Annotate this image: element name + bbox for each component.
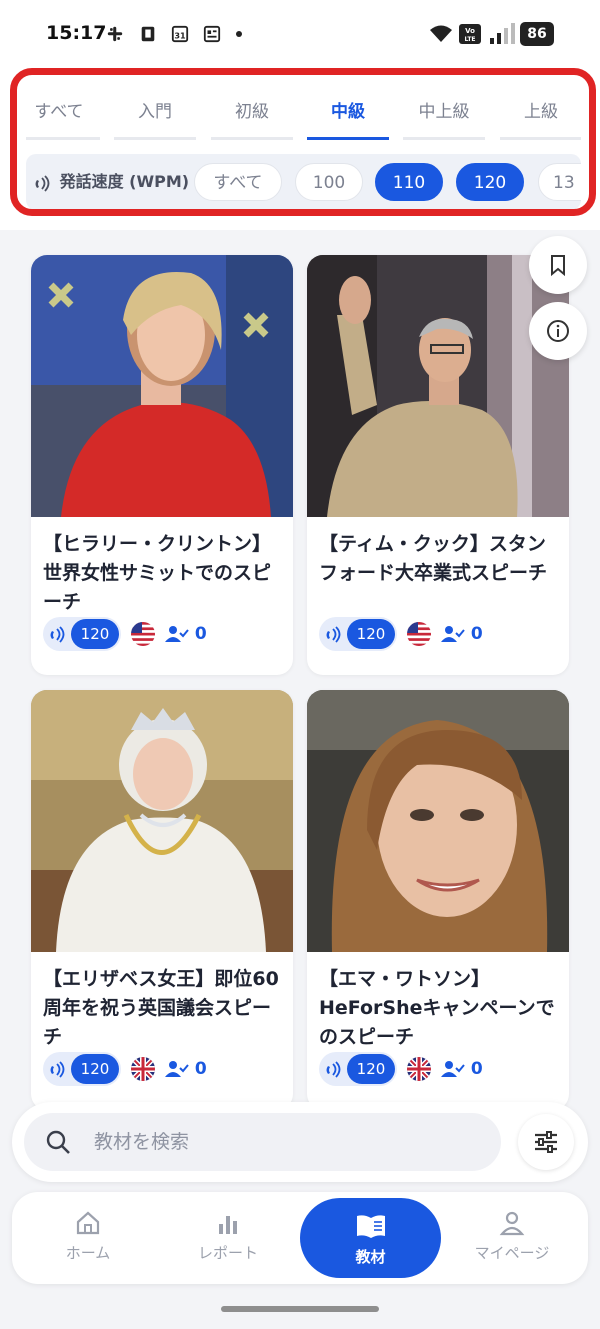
svg-text:LTE: LTE <box>464 36 475 43</box>
speech-speed-icon <box>326 626 341 643</box>
nav-item-home[interactable]: ホーム <box>32 1192 144 1284</box>
info-button[interactable] <box>529 302 587 360</box>
info-icon <box>547 320 569 342</box>
search-input[interactable] <box>24 1113 501 1171</box>
sliders-icon <box>535 1131 557 1153</box>
notification-dot-icon <box>236 31 242 37</box>
speech-speed-icon <box>50 626 65 643</box>
battery-indicator: 86 <box>520 22 554 46</box>
home-icon <box>76 1211 100 1235</box>
us-flag-icon <box>407 622 431 646</box>
lesson-title: 【エリザベス女王】即位60周年を祝う英国議会スピーチ <box>43 968 279 1048</box>
learners-icon <box>165 626 189 642</box>
uk-flag-icon <box>407 1057 431 1081</box>
learner-count: 0 <box>441 1056 483 1082</box>
lesson-title: 【ヒラリー・クリントン】世界女性サミットでのスピーチ <box>43 533 272 613</box>
search-bar <box>12 1102 588 1182</box>
lesson-card-cook[interactable]: 【ティム・クック】スタンフォード大卒業式スピーチ 120 0 <box>307 255 569 675</box>
chart-icon <box>219 1216 237 1234</box>
speech-speed-icon <box>50 1061 65 1078</box>
speed-badge: 120 <box>319 1052 397 1086</box>
us-flag-icon <box>131 622 155 646</box>
wpm-value: 120 <box>71 619 119 649</box>
svg-text:31: 31 <box>174 31 186 41</box>
learner-count: 0 <box>441 621 483 647</box>
lesson-thumbnail <box>307 690 569 952</box>
lesson-title: 【ティム・クック】スタンフォード大卒業式スピーチ <box>319 533 548 584</box>
search-icon <box>46 1130 70 1154</box>
nav-item-materials[interactable]: 教材 <box>300 1198 441 1278</box>
news-icon <box>203 25 221 43</box>
home-indicator[interactable] <box>221 1306 379 1312</box>
learners-icon <box>441 1061 465 1077</box>
bookmark-button[interactable] <box>529 236 587 294</box>
highlight-annotation-box <box>10 68 596 216</box>
filter-settings-button[interactable] <box>518 1114 574 1170</box>
bottom-navigation: ホーム レポート 教材 マイページ <box>12 1192 588 1284</box>
lesson-thumbnail <box>31 690 293 952</box>
status-time: 15:17 <box>46 22 107 44</box>
lesson-meta: 120 0 <box>319 1052 559 1086</box>
speed-badge: 120 <box>43 1052 121 1086</box>
nav-label: マイページ <box>474 1244 550 1262</box>
lesson-thumbnail <box>31 255 293 517</box>
uk-flag-icon <box>131 1057 155 1081</box>
slack-icon <box>107 26 123 42</box>
nav-label: ホーム <box>65 1244 111 1262</box>
wpm-value: 120 <box>347 1054 395 1084</box>
lesson-card-watson[interactable]: 【エマ・ワトソン】HeForSheキャンペーンでのスピーチ 120 0 <box>307 690 569 1110</box>
nav-label: レポート <box>197 1244 258 1262</box>
wpm-value: 120 <box>347 619 395 649</box>
calendar-icon: 31 <box>171 25 189 43</box>
speed-badge: 120 <box>43 617 121 651</box>
nav-item-report[interactable]: レポート <box>172 1192 284 1284</box>
lesson-title: 【エマ・ワトソン】HeForSheキャンペーンでのスピーチ <box>319 968 555 1048</box>
wpm-value: 120 <box>71 1054 119 1084</box>
speech-speed-icon <box>326 1061 341 1078</box>
nav-item-mypage[interactable]: マイページ <box>456 1192 568 1284</box>
learners-icon <box>165 1061 189 1077</box>
signal-icon <box>490 23 515 44</box>
volte-badge-icon: VoLTE <box>459 24 481 44</box>
lesson-card-elizabeth[interactable]: 【エリザベス女王】即位60周年を祝う英国議会スピーチ 120 0 <box>31 690 293 1110</box>
lesson-meta: 120 0 <box>43 617 283 651</box>
speed-badge: 120 <box>319 617 397 651</box>
nav-label: 教材 <box>355 1248 386 1266</box>
lesson-meta: 120 0 <box>319 617 559 651</box>
user-icon <box>499 1211 525 1236</box>
learner-count: 0 <box>165 1056 207 1082</box>
lesson-card-clinton[interactable]: 【ヒラリー・クリントン】世界女性サミットでのスピーチ 120 0 <box>31 255 293 675</box>
learners-icon <box>441 626 465 642</box>
learner-count: 0 <box>165 621 207 647</box>
wifi-icon <box>430 25 452 42</box>
book-icon <box>356 1215 385 1238</box>
phone-app-icon <box>141 26 155 42</box>
bookmark-icon <box>551 255 565 277</box>
status-bar: 15:17 31 Vo LTE 86 <box>0 0 600 70</box>
lesson-thumbnail <box>307 255 569 517</box>
lesson-meta: 120 0 <box>43 1052 283 1086</box>
svg-text:Vo: Vo <box>465 27 475 35</box>
